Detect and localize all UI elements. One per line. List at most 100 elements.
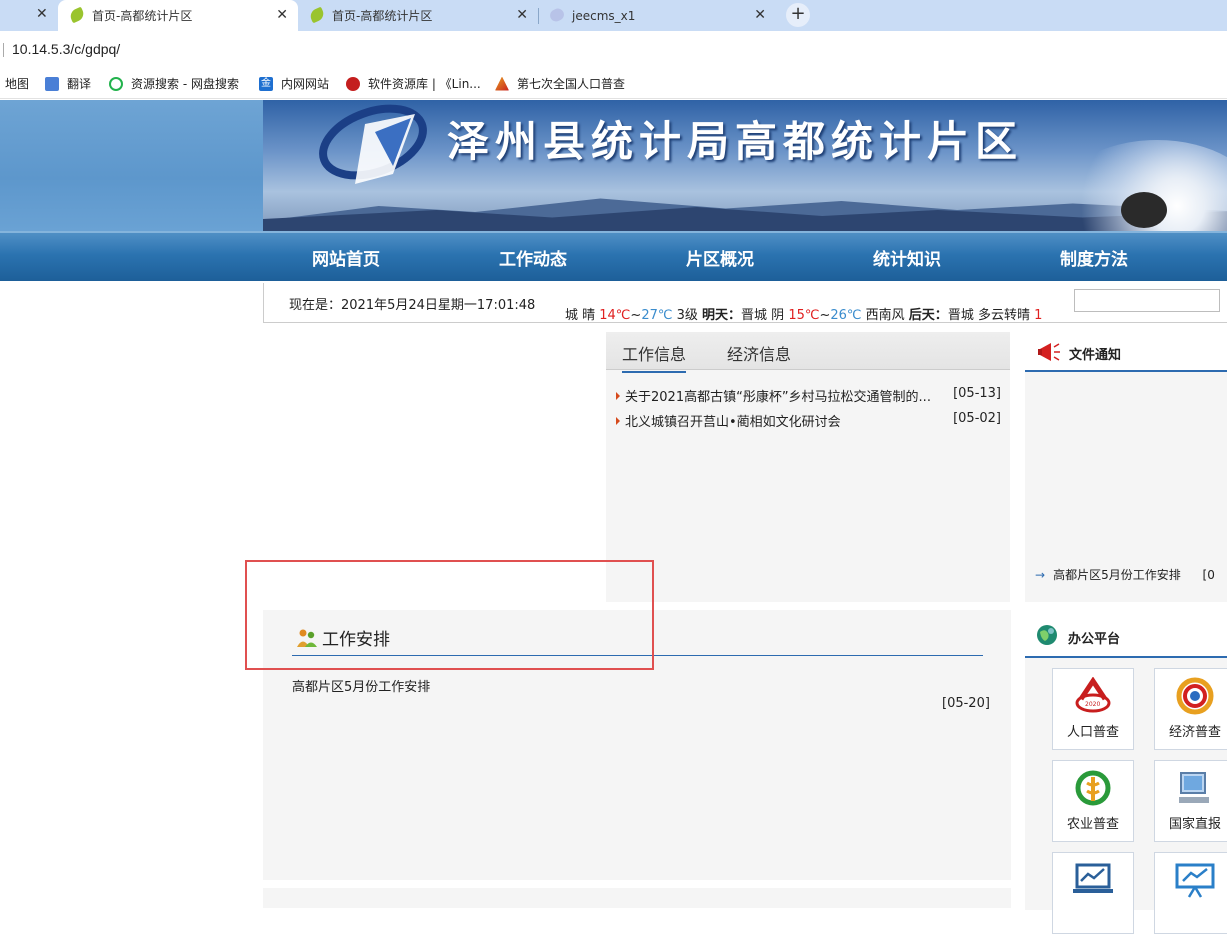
weather-text: 城 晴 xyxy=(565,308,600,323)
office-title: 办公平台 xyxy=(1068,632,1121,647)
browser-tab[interactable]: 首页-高都统计片区 ✕ xyxy=(298,0,538,31)
weather-text: 晋城 多云转晴 xyxy=(947,308,1035,323)
divider xyxy=(3,43,4,57)
bookmark-translate[interactable]: 翻译 xyxy=(45,75,91,92)
bookmark-label: 软件资源库 | 《Lin... xyxy=(368,77,481,91)
close-icon[interactable]: ✕ xyxy=(754,7,766,23)
tab-title: jeecms_x1 xyxy=(572,8,636,23)
tab-title: 首页-高都统计片区 xyxy=(92,9,193,23)
redhat-icon xyxy=(346,76,360,91)
nav-area-overview[interactable]: 片区概况 xyxy=(686,245,754,270)
notice-link[interactable]: 高都片区5月份工作安排 xyxy=(1053,568,1181,582)
notice-panel: 文件通知 → 高都片区5月份工作安排 [0 xyxy=(1025,332,1227,602)
list-item[interactable]: 北义城镇召开莒山•蔺相如文化研讨会 [05-02] xyxy=(616,411,1001,430)
notice-date: [0 xyxy=(1202,568,1215,582)
nav-home[interactable]: 网站首页 xyxy=(312,245,380,270)
weather-sep: ~ xyxy=(630,308,642,323)
office-header: 办公平台 xyxy=(1025,610,1227,658)
tile-label: 经济普查 xyxy=(1168,725,1221,740)
svg-text:2020: 2020 xyxy=(1085,701,1100,708)
presentation-icon xyxy=(1175,863,1215,898)
site-logo-icon xyxy=(319,104,427,184)
weather-text: 西南风 xyxy=(861,308,909,323)
bookmark-map[interactable]: 地图 xyxy=(5,75,29,92)
list-item[interactable]: → 高都片区5月份工作安排 [0 xyxy=(1035,566,1215,583)
weather-label: 后天： xyxy=(908,308,948,323)
notice-header: 文件通知 xyxy=(1025,332,1227,372)
info-bar: 现在是：2021年5月24日星期一17:01:48 城 晴 14℃~27℃ 3级… xyxy=(263,283,1227,323)
news-tab-strip: 工作信息 经济信息 xyxy=(606,332,1010,373)
translate-icon xyxy=(45,76,59,91)
current-datetime: 现在是：2021年5月24日星期一17:01:48 xyxy=(289,298,536,313)
tile-economic-census[interactable]: 经济普查 xyxy=(1154,668,1227,750)
tab-economic-info[interactable]: 经济信息 xyxy=(727,341,791,365)
weather-text: 晋城 阴 xyxy=(741,308,789,323)
weather-temp-high: 26℃ xyxy=(830,308,862,323)
arrow-right-icon xyxy=(616,417,620,425)
bookmark-software[interactable]: 软件资源库 | 《Lin... xyxy=(346,75,481,92)
site-page: 泽州县统计局高都统计片区 网站首页 工作动态 片区概况 统计知识 制度方法 现在… xyxy=(0,100,1227,934)
close-icon[interactable]: ✕ xyxy=(276,7,288,23)
globe-icon xyxy=(1037,625,1057,645)
news-title[interactable]: 北义城镇召开莒山•蔺相如文化研讨会 xyxy=(625,415,841,430)
nav-methods[interactable]: 制度方法 xyxy=(1060,245,1128,270)
dandelion-core xyxy=(1121,192,1167,228)
bookmarks-bar: 地图 翻译 资源搜索 - 网盘搜索 金内网网站 软件资源库 | 《Lin... … xyxy=(0,67,1227,99)
tab-work-info[interactable]: 工作信息 xyxy=(622,341,687,373)
census-icon xyxy=(495,76,509,91)
search-icon xyxy=(109,76,123,91)
work-item-link[interactable]: 高都片区5月份工作安排 xyxy=(292,676,430,695)
nav-work-news[interactable]: 工作动态 xyxy=(499,245,567,270)
list-item[interactable]: 关于2021高都古镇“彤康杯”乡村马拉松交通管制的... [05-13] xyxy=(616,386,1001,405)
tile-label: 农业普查 xyxy=(1066,817,1119,832)
nav-stat-knowledge[interactable]: 统计知识 xyxy=(873,245,941,270)
weather-temp-low: 15℃ xyxy=(788,308,820,323)
work-item-date: [05-20] xyxy=(942,696,990,711)
leaf-icon xyxy=(68,6,86,24)
news-panel: 工作信息 经济信息 关于2021高都古镇“彤康杯”乡村马拉松交通管制的... [… xyxy=(606,332,1010,602)
economic-census-icon xyxy=(1176,677,1214,715)
arrow-right-icon: → xyxy=(1035,568,1046,582)
main-nav: 网站首页 工作动态 片区概况 统计知识 制度方法 xyxy=(0,231,1227,281)
tile-label: 国家直报 xyxy=(1168,817,1221,832)
gold-icon: 金 xyxy=(259,76,273,91)
bookmark-label: 资源搜索 - 网盘搜索 xyxy=(131,77,239,91)
site-title: 泽州县统计局高都统计片区 xyxy=(447,117,1024,166)
close-icon[interactable]: ✕ xyxy=(516,7,528,23)
tile-platform[interactable] xyxy=(1052,852,1134,934)
address-bar[interactable]: 10.14.5.3/c/gdpq/ xyxy=(0,31,1227,67)
population-census-icon: 2020 xyxy=(1075,677,1111,713)
tile-national-direct-report[interactable]: 国家直报 xyxy=(1154,760,1227,842)
news-date: [05-13] xyxy=(953,386,1001,401)
tile-agricultural-census[interactable]: 农业普查 xyxy=(1052,760,1134,842)
tile-platform[interactable] xyxy=(1154,852,1227,934)
tab-title: 首页-高都统计片区 xyxy=(332,9,433,23)
arrow-right-icon xyxy=(616,392,620,400)
computer-icon xyxy=(1179,772,1209,803)
browser-tab-active[interactable]: 首页-高都统计片区 ✕ xyxy=(58,0,298,31)
bookmark-label: 翻译 xyxy=(67,77,92,91)
weather-temp-low: 1 xyxy=(1034,308,1043,323)
highlight-box xyxy=(245,560,654,670)
megaphone-icon xyxy=(1038,343,1060,361)
news-title[interactable]: 关于2021高都古镇“彤康杯”乡村马拉松交通管制的... xyxy=(625,390,931,405)
news-date: [05-02] xyxy=(953,411,1001,426)
bookmark-resource-search[interactable]: 资源搜索 - 网盘搜索 xyxy=(109,75,239,92)
close-icon[interactable]: ✕ xyxy=(36,6,48,22)
new-tab-button[interactable]: + xyxy=(786,3,810,27)
laptop-chart-icon xyxy=(1073,863,1113,893)
site-search-input[interactable] xyxy=(1074,289,1220,312)
tile-population-census[interactable]: 2020 人口普查 xyxy=(1052,668,1134,750)
bottom-panel xyxy=(263,888,1011,908)
bookmark-census[interactable]: 第七次全国人口普查 xyxy=(495,75,625,92)
pen-icon xyxy=(548,6,566,24)
site-banner: 泽州县统计局高都统计片区 xyxy=(263,100,1227,231)
notice-title: 文件通知 xyxy=(1069,348,1122,363)
weather-label: 明天： xyxy=(702,308,742,323)
weather-temp-low: 14℃ xyxy=(599,308,631,323)
bookmark-intranet[interactable]: 金内网网站 xyxy=(259,75,329,92)
browser-tab[interactable]: jeecms_x1 ✕ xyxy=(538,0,776,31)
leaf-icon xyxy=(308,6,326,24)
weather-temp-high: 27℃ xyxy=(641,308,673,323)
url-text[interactable]: 10.14.5.3/c/gdpq/ xyxy=(12,41,120,57)
